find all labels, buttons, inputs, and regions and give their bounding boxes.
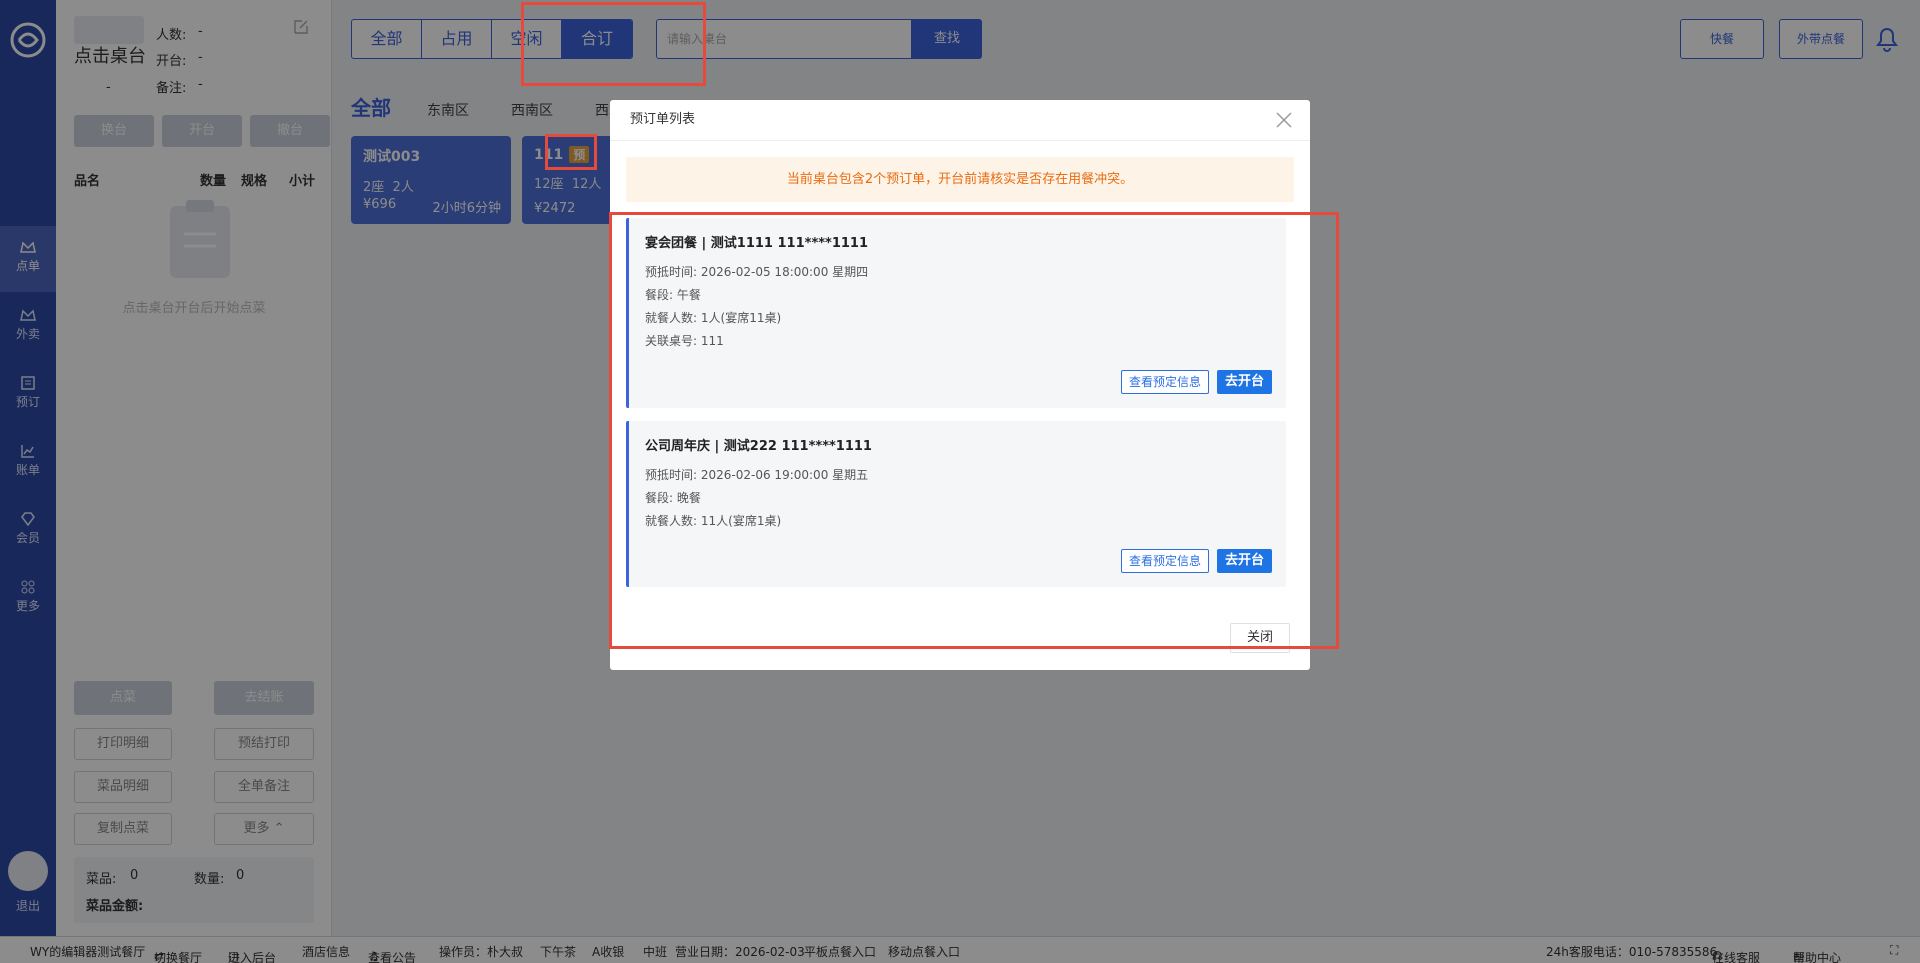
close-button[interactable]: 关闭 — [1230, 623, 1290, 653]
dialog-title: 预订单列表 — [630, 112, 696, 127]
meal-value: 午餐 — [676, 288, 701, 302]
people-label: 就餐人数: — [645, 311, 698, 325]
meal-label: 餐段: — [645, 288, 674, 302]
reservation-time-row: 预抵时间: 2026-02-06 19:00:00 星期五 — [645, 464, 1270, 487]
time-value: 2026-02-06 19:00:00 星期五 — [700, 468, 869, 482]
time-value: 2026-02-05 18:00:00 星期四 — [700, 265, 869, 279]
linked-table-value: 111 — [700, 334, 724, 348]
reservation-actions: 查看预定信息 去开台 — [1120, 370, 1272, 394]
reservation-meal-row: 餐段: 午餐 — [645, 284, 1270, 307]
go-open-table-button[interactable]: 去开台 — [1216, 549, 1272, 573]
close-icon[interactable] — [1276, 112, 1292, 128]
time-label: 预抵时间: — [645, 468, 698, 482]
reservation-meal-row: 餐段: 晚餐 — [645, 487, 1270, 510]
people-value: 1人(宴席11桌) — [700, 311, 782, 325]
reservation-title: 宴会团餐 | 测试1111 111****1111 — [645, 236, 869, 251]
reservation-table-row: 关联桌号: 111 — [645, 330, 1270, 353]
people-value: 11人(宴席1桌) — [700, 514, 782, 528]
go-open-table-button[interactable]: 去开台 — [1216, 370, 1272, 394]
conflict-warning: 当前桌台包含2个预订单，开台前请核实是否存在用餐冲突。 — [626, 157, 1294, 202]
view-reservation-button[interactable]: 查看预定信息 — [1120, 549, 1209, 573]
reservation-people-row: 就餐人数: 1人(宴席11桌) — [645, 307, 1270, 330]
people-label: 就餐人数: — [645, 514, 698, 528]
reservation-time-row: 预抵时间: 2026-02-05 18:00:00 星期四 — [645, 261, 1270, 284]
view-reservation-button[interactable]: 查看预定信息 — [1120, 370, 1209, 394]
reservation-title: 公司周年庆 | 测试222 111****1111 — [645, 439, 872, 454]
meal-value: 晚餐 — [676, 491, 701, 505]
meal-label: 餐段: — [645, 491, 674, 505]
linked-table-label: 关联桌号: — [645, 334, 698, 348]
reservation-people-row: 就餐人数: 11人(宴席1桌) — [645, 510, 1270, 533]
reservation-list-dialog: 预订单列表 当前桌台包含2个预订单，开台前请核实是否存在用餐冲突。 宴会团餐 |… — [610, 100, 1310, 670]
reservation-actions: 查看预定信息 去开台 — [1120, 549, 1272, 573]
reservation-card: 宴会团餐 | 测试1111 111****1111 预抵时间: 2026-02-… — [626, 218, 1286, 408]
dialog-header: 预订单列表 — [610, 100, 1310, 141]
time-label: 预抵时间: — [645, 265, 698, 279]
reservation-card: 公司周年庆 | 测试222 111****1111 预抵时间: 2026-02-… — [626, 421, 1286, 587]
